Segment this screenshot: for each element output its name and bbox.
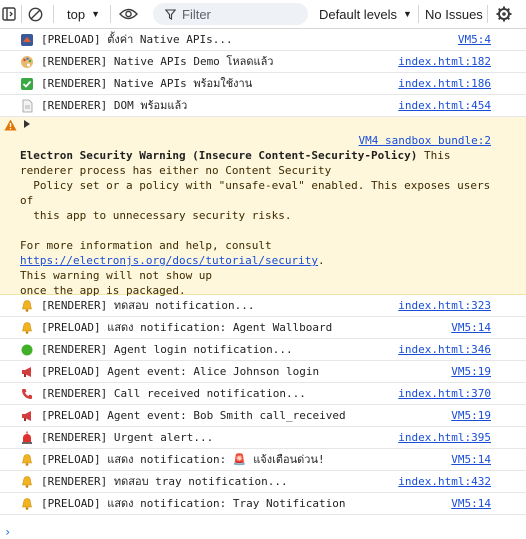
console-log-row: [RENDERER] Native APIs พร้อมใช้งาน index.… (0, 73, 526, 95)
log-source-link[interactable]: VM5:14 (451, 497, 491, 511)
console-log-row: [RENDERER] DOM พร้อมแล้ว index.html:454 (0, 95, 526, 117)
log-message: [RENDERER] ทดสอบ notification... (41, 299, 255, 312)
log-source-link[interactable]: index.html:454 (398, 99, 491, 113)
context-selector[interactable]: top ▼ (67, 0, 100, 28)
log-message: [RENDERER] Agent login notification... (41, 343, 293, 356)
log-source-link[interactable]: VM5:19 (451, 365, 491, 379)
gear-icon[interactable] (496, 0, 514, 28)
log-message: [RENDERER] DOM พร้อมแล้ว (41, 99, 188, 112)
document-icon (20, 99, 34, 113)
log-levels-label: Default levels (319, 6, 398, 22)
console-log-row: [PRELOAD] Agent event: Bob Smith call_re… (0, 405, 526, 427)
siren-icon (20, 431, 34, 445)
megaphone-icon (20, 365, 34, 379)
phone-icon (20, 387, 34, 401)
bell-icon (20, 453, 34, 467)
toolbar-divider (418, 5, 419, 23)
toolbar-divider (53, 5, 54, 23)
log-source-link[interactable]: index.html:432 (398, 475, 491, 489)
issues-button[interactable]: No Issues (425, 0, 483, 28)
log-message: [RENDERER] Native APIs พร้อมใช้งาน (41, 77, 253, 90)
log-message: [PRELOAD] Agent event: Bob Smith call_re… (41, 409, 346, 422)
chevron-down-icon: ▼ (91, 9, 100, 19)
log-source-link[interactable]: VM5:4 (458, 33, 491, 47)
context-label: top (67, 6, 86, 22)
bell-icon (20, 299, 34, 313)
log-source-link[interactable]: VM5:14 (451, 453, 491, 467)
log-source-link[interactable]: index.html:346 (398, 343, 491, 357)
log-message: [PRELOAD] แสดง notification: 🚨 แจ้งเตือน… (41, 453, 325, 466)
log-source-link[interactable]: index.html:186 (398, 77, 491, 91)
log-message: [RENDERER] Urgent alert... (41, 431, 214, 444)
log-source-link[interactable]: index.html:182 (398, 55, 491, 69)
console-log-row: [PRELOAD] ตั้งค่า Native APIs... VM5:4 (0, 29, 526, 51)
console-log-row: [RENDERER] Urgent alert... index.html:395 (0, 427, 526, 449)
bell-icon (20, 321, 34, 335)
warning-source-link[interactable]: VM4 sandbox bundle:2 (359, 134, 491, 147)
log-levels-dropdown[interactable]: Default levels ▼ (319, 0, 412, 28)
security-warning-message: VM4 sandbox bundle:2 Electron Security W… (0, 117, 526, 298)
console-log-row: [RENDERER] Agent login notification... in… (0, 339, 526, 361)
log-message: [RENDERER] Call received notification... (41, 387, 306, 400)
console-log-row: [RENDERER] Native APIs Demo โหลดแล้ว inde… (0, 51, 526, 73)
filter-box (153, 3, 308, 25)
log-source-link[interactable]: VM5:14 (451, 321, 491, 335)
log-message: [RENDERER] Native APIs Demo โหลดแล้ว (41, 55, 274, 68)
console-log-row: [PRELOAD] Agent event: Alice Johnson log… (0, 361, 526, 383)
console-log-row: [PRELOAD] แสดง notification: Tray Notifi… (0, 493, 526, 515)
log-message: [PRELOAD] แสดง notification: Agent Wallb… (41, 321, 333, 334)
warning-text: Electron Security Warning (Insecure Cont… (20, 148, 495, 298)
bell-icon (20, 497, 34, 511)
console-toolbar: top ▼ Default levels ▼ No Issues (0, 0, 526, 29)
log-source-link[interactable]: VM5:19 (451, 409, 491, 423)
warning-icon (4, 119, 17, 131)
clear-console-icon[interactable] (28, 0, 44, 28)
check-mark-icon (20, 77, 34, 91)
bell-icon (20, 475, 34, 489)
console-messages: [PRELOAD] ตั้งค่า Native APIs... VM5:4 [RE… (0, 29, 526, 515)
sidebar-toggle-icon[interactable] (2, 0, 18, 28)
warning-title: Electron Security Warning (Insecure Cont… (20, 149, 418, 162)
filter-funnel-icon (165, 8, 176, 20)
log-message: [PRELOAD] แสดง notification: Tray Notifi… (41, 497, 346, 510)
console-log-row: [PRELOAD] แสดง notification: Agent Wallb… (0, 317, 526, 339)
expand-triangle-icon[interactable] (24, 120, 30, 128)
log-message: [PRELOAD] Agent event: Alice Johnson log… (41, 365, 320, 378)
filter-input[interactable] (182, 6, 302, 22)
toolbar-divider (110, 5, 111, 23)
console-log-row: [RENDERER] ทดสอบ notification... index.ht… (0, 295, 526, 317)
log-message: [PRELOAD] ตั้งค่า Native APIs... (41, 33, 233, 46)
preload-flag-icon (20, 33, 34, 47)
log-source-link[interactable]: index.html:395 (398, 431, 491, 445)
warning-body: This renderer process has either no Cont… (20, 149, 491, 252)
toolbar-divider (21, 5, 22, 23)
eye-icon[interactable] (119, 0, 139, 28)
megaphone-icon (20, 409, 34, 423)
security-docs-link[interactable]: https://electronjs.org/docs/tutorial/sec… (20, 254, 318, 267)
log-message: [RENDERER] ทดสอบ tray notification... (41, 475, 288, 488)
console-log-row: [PRELOAD] แสดง notification: 🚨 แจ้งเตือน… (0, 449, 526, 471)
toolbar-divider (487, 5, 488, 23)
chevron-down-icon: ▼ (403, 9, 412, 19)
log-source-link[interactable]: index.html:370 (398, 387, 491, 401)
issues-label: No Issues (425, 6, 483, 22)
green-circle-icon (20, 343, 34, 357)
palette-icon (20, 55, 34, 69)
log-source-link[interactable]: index.html:323 (398, 299, 491, 313)
console-log-row: [RENDERER] ทดสอบ tray notification... ind… (0, 471, 526, 493)
console-log-row: [RENDERER] Call received notification...… (0, 383, 526, 405)
